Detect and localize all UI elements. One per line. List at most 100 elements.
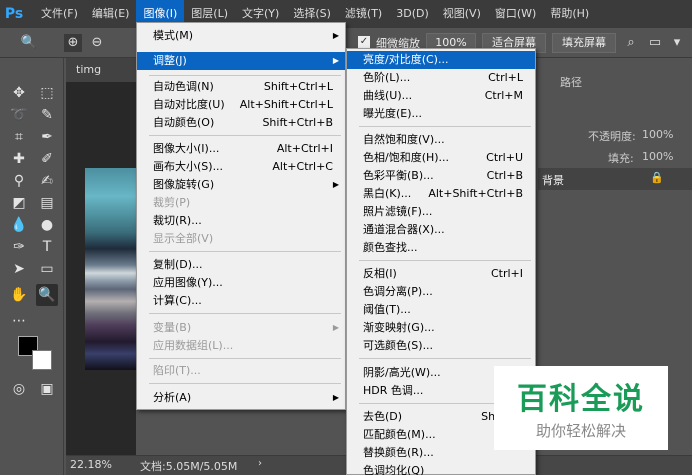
fill-label: 填充: bbox=[608, 152, 634, 165]
zoom-tool-icon[interactable]: 🔍 bbox=[36, 284, 58, 306]
search-icon[interactable]: ⌕ bbox=[622, 34, 640, 52]
workspace-icon[interactable]: ▭ bbox=[646, 34, 664, 52]
menu-3d[interactable]: 3D(D) bbox=[389, 0, 436, 28]
watermark-logo: 百科全说 bbox=[517, 382, 645, 417]
menu-item-color-lookup[interactable]: 颜色查找... bbox=[347, 239, 535, 257]
dodge-tool-icon[interactable]: ● bbox=[36, 214, 58, 236]
chevron-down-icon[interactable]: ▾ bbox=[668, 34, 686, 52]
document-size-info: 文档:5.05M/5.05M bbox=[140, 460, 238, 473]
fill-value[interactable]: 100% bbox=[642, 150, 673, 163]
zoom-readout[interactable]: 22.18% bbox=[70, 458, 112, 471]
more-tools-icon[interactable]: ⋯ bbox=[8, 310, 30, 332]
menu-item-trim[interactable]: 裁切(R)... bbox=[137, 212, 345, 230]
submenu-arrow-icon: ▶ bbox=[332, 323, 339, 332]
menu-separator bbox=[149, 135, 341, 136]
type-tool-icon[interactable]: T bbox=[36, 236, 58, 258]
lasso-tool-icon[interactable]: ➰ bbox=[8, 104, 30, 126]
menu-bar: Ps 文件(F) 编辑(E) 图像(I) 图层(L) 文字(Y) 选择(S) 滤… bbox=[0, 0, 692, 28]
layer-name: 背景 bbox=[542, 174, 564, 187]
menu-item-mode[interactable]: 模式(M) ▶ bbox=[137, 27, 345, 45]
clone-stamp-icon[interactable]: ⚲ bbox=[8, 170, 30, 192]
watermark-badge: 百科全说 助你轻松解决 bbox=[494, 366, 668, 450]
hand-tool-icon[interactable]: ✋ bbox=[8, 284, 30, 306]
zoom-tool-icon[interactable]: 🔍 bbox=[20, 34, 38, 52]
zoom-out-icon[interactable]: ⊖ bbox=[88, 34, 106, 52]
marquee-tool-icon[interactable]: ⬚ bbox=[36, 82, 58, 104]
menu-item-threshold[interactable]: 阈值(T)... bbox=[347, 301, 535, 319]
menu-file[interactable]: 文件(F) bbox=[34, 0, 85, 28]
menu-item-curves[interactable]: 曲线(U)... Ctrl+M bbox=[347, 87, 535, 105]
background-color-swatch[interactable] bbox=[32, 350, 52, 370]
menu-item-auto-color[interactable]: 自动颜色(O) Shift+Ctrl+B bbox=[137, 114, 345, 132]
menu-item-variables: 变量(B) ▶ bbox=[137, 319, 345, 337]
move-tool-icon[interactable]: ✥ bbox=[8, 82, 30, 104]
menu-separator bbox=[149, 383, 341, 384]
fill-screen-button[interactable]: 填充屏幕 bbox=[552, 33, 616, 53]
menu-item-selective-color[interactable]: 可选颜色(S)... bbox=[347, 337, 535, 355]
menu-item-analysis[interactable]: 分析(A) ▶ bbox=[137, 389, 345, 407]
menu-item-image-size[interactable]: 图像大小(I)... Alt+Ctrl+I bbox=[137, 140, 345, 158]
submenu-arrow-icon: ▶ bbox=[332, 31, 339, 40]
menu-item-image-rotation[interactable]: 图像旋转(G) ▶ bbox=[137, 176, 345, 194]
menu-item-duplicate[interactable]: 复制(D)... bbox=[137, 256, 345, 274]
menu-item-black-white[interactable]: 黑白(K)... Alt+Shift+Ctrl+B bbox=[347, 185, 535, 203]
menu-item-crop: 裁剪(P) bbox=[153, 196, 191, 209]
menu-item-channel-mixer[interactable]: 通道混合器(X)... bbox=[347, 221, 535, 239]
menu-item-apply-data-set: 应用数据组(L)... bbox=[153, 339, 234, 352]
quick-mask-icon[interactable]: ◎ bbox=[8, 378, 30, 400]
document-image bbox=[85, 168, 136, 370]
blur-tool-icon[interactable]: 💧 bbox=[8, 214, 30, 236]
chevron-right-icon[interactable]: › bbox=[258, 458, 262, 469]
menu-item-apply-image[interactable]: 应用图像(Y)... bbox=[137, 274, 345, 292]
menu-separator bbox=[149, 251, 341, 252]
fine-zoom-checkbox[interactable]: ✓ bbox=[358, 36, 370, 48]
pen-tool-icon[interactable]: ✑ bbox=[8, 236, 30, 258]
menu-item-hue-saturation[interactable]: 色相/饱和度(H)... Ctrl+U bbox=[347, 149, 535, 167]
menu-edit[interactable]: 编辑(E) bbox=[85, 0, 137, 28]
paths-tab[interactable]: 路径 bbox=[560, 74, 582, 90]
magic-wand-icon[interactable]: ✎ bbox=[36, 104, 58, 126]
submenu-arrow-icon: ▶ bbox=[332, 180, 339, 189]
opacity-label: 不透明度: bbox=[588, 130, 636, 143]
layer-row-background[interactable]: 背景 🔒 bbox=[538, 168, 692, 190]
menu-item-levels[interactable]: 色阶(L)... Ctrl+L bbox=[347, 69, 535, 87]
menu-item-trap: 陷印(T)... bbox=[153, 364, 201, 377]
submenu-arrow-icon: ▶ bbox=[332, 56, 339, 65]
menu-separator bbox=[149, 358, 341, 359]
menu-help[interactable]: 帮助(H) bbox=[543, 0, 596, 28]
menu-item-vibrance[interactable]: 自然饱和度(V)... bbox=[347, 131, 535, 149]
menu-item-adjustments[interactable]: 调整(J) ▶ bbox=[137, 52, 345, 70]
menu-separator bbox=[149, 313, 341, 314]
brush-tool-icon[interactable]: ✐ bbox=[36, 148, 58, 170]
tools-panel: ✥ ⬚ ➰ ✎ ⌗ ✒ ✚ ✐ ⚲ ✍ ◩ ▤ 💧 ● ✑ T ➤ ▭ ✋ 🔍 … bbox=[0, 58, 64, 475]
menu-item-color-balance[interactable]: 色彩平衡(B)... Ctrl+B bbox=[347, 167, 535, 185]
menu-item-brightness-contrast[interactable]: 亮度/对比度(C)... bbox=[347, 51, 535, 69]
menu-item-auto-tone[interactable]: 自动色调(N) Shift+Ctrl+L bbox=[137, 78, 345, 96]
document-tab[interactable]: timg (2).jpg bbox=[66, 58, 136, 100]
eraser-tool-icon[interactable]: ◩ bbox=[8, 192, 30, 214]
menu-item-photo-filter[interactable]: 照片滤镜(F)... bbox=[347, 203, 535, 221]
menu-item-canvas-size[interactable]: 画布大小(S)... Alt+Ctrl+C bbox=[137, 158, 345, 176]
menu-separator bbox=[359, 260, 531, 261]
menu-item-equalize[interactable]: 色调均化(Q) bbox=[347, 462, 535, 475]
healing-brush-icon[interactable]: ✚ bbox=[8, 148, 30, 170]
menu-item-invert[interactable]: 反相(I) Ctrl+I bbox=[347, 265, 535, 283]
menu-item-exposure[interactable]: 曝光度(E)... bbox=[347, 105, 535, 123]
shape-tool-icon[interactable]: ▭ bbox=[36, 258, 58, 280]
history-brush-icon[interactable]: ✍ bbox=[36, 170, 58, 192]
menu-window[interactable]: 窗口(W) bbox=[488, 0, 543, 28]
opacity-value[interactable]: 100% bbox=[642, 128, 673, 141]
menu-separator bbox=[359, 126, 531, 127]
screen-mode-icon[interactable]: ▣ bbox=[36, 378, 58, 400]
menu-view[interactable]: 视图(V) bbox=[436, 0, 488, 28]
zoom-in-icon[interactable]: ⊕ bbox=[64, 34, 82, 52]
menu-item-posterize[interactable]: 色调分离(P)... bbox=[347, 283, 535, 301]
eyedropper-icon[interactable]: ✒ bbox=[36, 126, 58, 148]
menu-item-reveal-all: 显示全部(V) bbox=[153, 232, 214, 245]
path-selection-icon[interactable]: ➤ bbox=[8, 258, 30, 280]
menu-item-gradient-map[interactable]: 渐变映射(G)... bbox=[347, 319, 535, 337]
crop-tool-icon[interactable]: ⌗ bbox=[8, 126, 30, 148]
menu-item-calculations[interactable]: 计算(C)... bbox=[137, 292, 345, 310]
menu-item-auto-contrast[interactable]: 自动对比度(U) Alt+Shift+Ctrl+L bbox=[137, 96, 345, 114]
gradient-tool-icon[interactable]: ▤ bbox=[36, 192, 58, 214]
